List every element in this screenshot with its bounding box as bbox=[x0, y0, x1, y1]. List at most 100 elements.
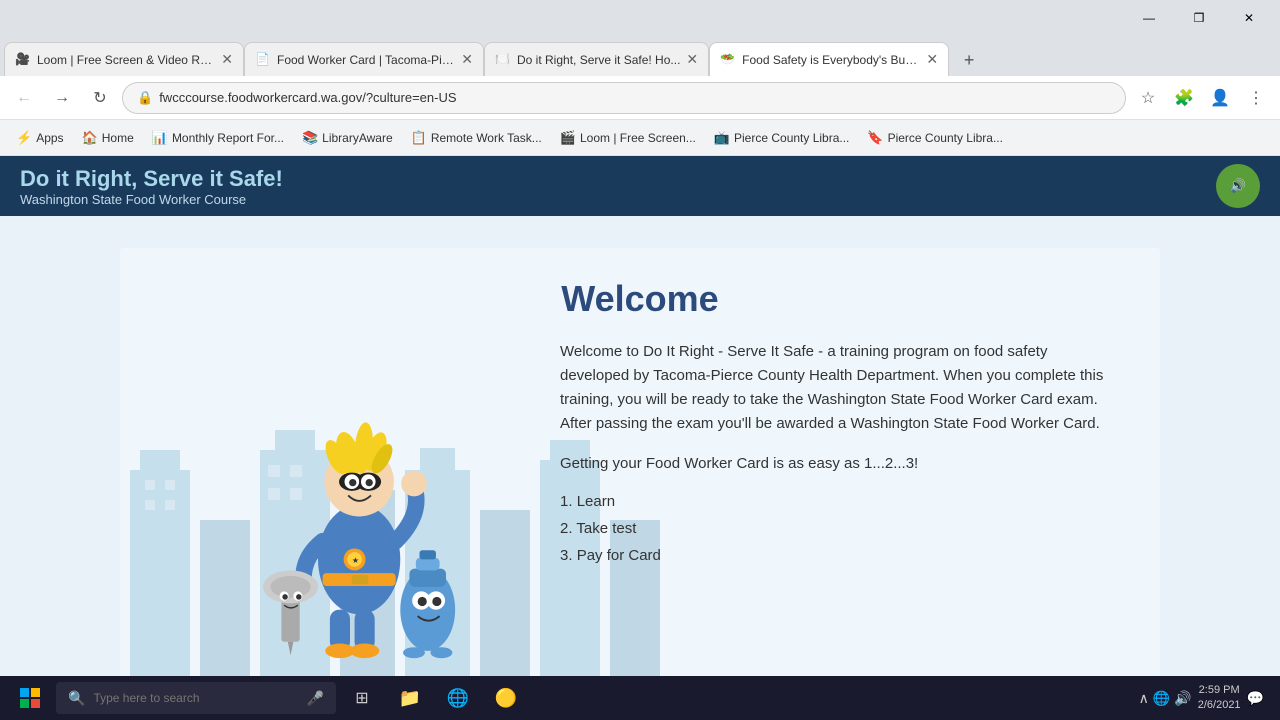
network-icon[interactable]: 🌐 bbox=[1153, 690, 1170, 707]
taskview-button[interactable]: ⊞ bbox=[340, 680, 384, 716]
bookmark-pierce2[interactable]: 🔖 Pierce County Libra... bbox=[859, 125, 1011, 151]
bookmark-label: Pierce County Libra... bbox=[888, 131, 1003, 145]
home-icon: 🏠 bbox=[82, 130, 98, 146]
settings-button[interactable]: ⋮ bbox=[1240, 82, 1272, 114]
taskbar-search-box[interactable]: 🔍 🎤 bbox=[56, 682, 336, 714]
library-icon: 📚 bbox=[302, 130, 318, 146]
edge-button[interactable]: 🌐 bbox=[436, 680, 480, 716]
bookmark-apps[interactable]: ⚡ Apps bbox=[8, 125, 72, 151]
tab-doitright[interactable]: 🍽️ Do it Right, Serve it Safe! Ho... ✕ bbox=[484, 42, 709, 76]
tab-loom[interactable]: 🎥 Loom | Free Screen & Video Rec... ✕ bbox=[4, 42, 244, 76]
bookmark-home[interactable]: 🏠 Home bbox=[74, 125, 142, 151]
audio-button[interactable]: 🔊 bbox=[1216, 164, 1260, 208]
tab-favicon: 📄 bbox=[255, 52, 271, 68]
mascot-illustration: ★ bbox=[200, 340, 500, 660]
page-content: Do it Right, Serve it Safe! Washington S… bbox=[0, 156, 1280, 720]
back-button[interactable]: ← bbox=[8, 82, 40, 114]
maximize-button[interactable]: ❒ bbox=[1176, 3, 1222, 33]
taskbar-clock[interactable]: 2:59 PM 2/6/2021 bbox=[1198, 683, 1241, 714]
new-tab-button[interactable]: + bbox=[953, 44, 985, 76]
easy-heading: Getting your Food Worker Card is as easy… bbox=[560, 452, 1120, 476]
forward-button[interactable]: → bbox=[46, 82, 78, 114]
bookmark-label: Apps bbox=[36, 131, 63, 145]
up-arrow-icon[interactable]: ∧ bbox=[1139, 690, 1149, 707]
taskbar-items: ⊞ 📁 🌐 🟡 bbox=[340, 680, 1135, 716]
profile-button[interactable]: 👤 bbox=[1204, 82, 1236, 114]
bookmark-label: LibraryAware bbox=[322, 131, 392, 145]
remotework-icon: 📋 bbox=[411, 130, 427, 146]
taskbar: 🔍 🎤 ⊞ 📁 🌐 🟡 ∧ bbox=[0, 676, 1280, 720]
start-button[interactable] bbox=[8, 680, 52, 716]
taskview-icon: ⊞ bbox=[355, 688, 368, 708]
pierce1-icon: 📺 bbox=[714, 130, 730, 146]
notification-icon[interactable]: 💬 bbox=[1247, 690, 1264, 707]
content-row: ★ bbox=[160, 340, 1120, 660]
title-bar: — ❒ ✕ bbox=[0, 0, 1280, 36]
taskbar-search-input[interactable] bbox=[93, 691, 298, 705]
tab-close-icon[interactable]: ✕ bbox=[926, 51, 938, 68]
bookmark-label: Loom | Free Screen... bbox=[580, 131, 696, 145]
nav-actions: ☆ 🧩 👤 ⋮ bbox=[1132, 82, 1272, 114]
tab-favicon: 🍽️ bbox=[495, 52, 511, 68]
system-tray: ∧ 🌐 🔊 2:59 PM 2/6/2021 💬 bbox=[1139, 683, 1272, 714]
microphone-icon[interactable]: 🎤 bbox=[307, 690, 324, 707]
tab-close-icon[interactable]: ✕ bbox=[221, 51, 233, 68]
monthly-icon: 📊 bbox=[152, 130, 168, 146]
star-button[interactable]: ☆ bbox=[1132, 82, 1164, 114]
bookmark-pierce1[interactable]: 📺 Pierce County Libra... bbox=[706, 125, 858, 151]
address-text: fwcccourse.foodworkercard.wa.gov/?cultur… bbox=[159, 90, 1111, 105]
window-controls: — ❒ ✕ bbox=[1126, 3, 1272, 33]
bookmark-libraryaware[interactable]: 📚 LibraryAware bbox=[294, 125, 401, 151]
step-test: 2. Take test bbox=[560, 515, 1120, 542]
tab-bar: 🎥 Loom | Free Screen & Video Rec... ✕ 📄 … bbox=[0, 36, 1280, 76]
tab-label: Loom | Free Screen & Video Rec... bbox=[37, 53, 215, 67]
pierce2-icon: 🔖 bbox=[867, 130, 883, 146]
apps-icon: ⚡ bbox=[16, 130, 32, 146]
address-bar[interactable]: 🔒 fwcccourse.foodworkercard.wa.gov/?cult… bbox=[122, 82, 1126, 114]
bookmark-label: Monthly Report For... bbox=[172, 131, 284, 145]
tab-foodworker[interactable]: 📄 Food Worker Card | Tacoma-Pie... ✕ bbox=[244, 42, 484, 76]
welcome-paragraph: Welcome to Do It Right - Serve It Safe -… bbox=[560, 340, 1120, 436]
mascot-area: ★ bbox=[160, 340, 540, 660]
tab-label: Do it Right, Serve it Safe! Ho... bbox=[517, 53, 680, 67]
loom-icon: 🎬 bbox=[560, 130, 576, 146]
tab-foodsafety[interactable]: 🥗 Food Safety is Everybody's Busin... ✕ bbox=[709, 42, 949, 76]
explorer-button[interactable]: 📁 bbox=[388, 680, 432, 716]
volume-icon[interactable]: 🔊 bbox=[1174, 690, 1191, 707]
tab-label: Food Safety is Everybody's Busin... bbox=[742, 53, 920, 67]
steps-list: 1. Learn 2. Take test 3. Pay for Card bbox=[560, 488, 1120, 569]
chrome-icon: 🟡 bbox=[495, 688, 517, 709]
clock-time: 2:59 PM bbox=[1198, 683, 1241, 698]
bookmark-label: Home bbox=[102, 131, 134, 145]
edge-icon: 🌐 bbox=[447, 688, 469, 709]
bookmark-label: Pierce County Libra... bbox=[734, 131, 849, 145]
minimize-button[interactable]: — bbox=[1126, 3, 1172, 33]
site-subtitle: Washington State Food Worker Course bbox=[20, 192, 283, 207]
text-area: Welcome to Do It Right - Serve It Safe -… bbox=[560, 340, 1120, 660]
lock-icon: 🔒 bbox=[137, 90, 153, 106]
bookmark-monthly[interactable]: 📊 Monthly Report For... bbox=[144, 125, 292, 151]
step-pay: 3. Pay for Card bbox=[560, 542, 1120, 569]
close-button[interactable]: ✕ bbox=[1226, 3, 1272, 33]
bookmarks-bar: ⚡ Apps 🏠 Home 📊 Monthly Report For... 📚 … bbox=[0, 120, 1280, 156]
windows-logo-icon bbox=[20, 688, 40, 708]
audio-icon: 🔊 bbox=[1230, 178, 1247, 194]
tab-favicon: 🎥 bbox=[15, 52, 31, 68]
refresh-button[interactable]: ↻ bbox=[84, 82, 116, 114]
bookmark-loom[interactable]: 🎬 Loom | Free Screen... bbox=[552, 125, 704, 151]
browser-frame: — ❒ ✕ 🎥 Loom | Free Screen & Video Rec..… bbox=[0, 0, 1280, 720]
sys-icons: ∧ 🌐 🔊 bbox=[1139, 690, 1192, 707]
tab-close-icon[interactable]: ✕ bbox=[686, 51, 698, 68]
tab-close-icon[interactable]: ✕ bbox=[461, 51, 473, 68]
bookmark-remotework[interactable]: 📋 Remote Work Task... bbox=[403, 125, 550, 151]
welcome-heading: Welcome bbox=[160, 278, 1120, 320]
extensions-button[interactable]: 🧩 bbox=[1168, 82, 1200, 114]
chrome-button[interactable]: 🟡 bbox=[484, 680, 528, 716]
clock-date: 2/6/2021 bbox=[1198, 698, 1241, 713]
svg-text:★: ★ bbox=[352, 556, 359, 565]
main-content-area: Welcome bbox=[120, 248, 1160, 690]
site-header: Do it Right, Serve it Safe! Washington S… bbox=[0, 156, 1280, 216]
bookmark-label: Remote Work Task... bbox=[431, 131, 542, 145]
site-title-block: Do it Right, Serve it Safe! Washington S… bbox=[20, 166, 283, 207]
folder-icon: 📁 bbox=[399, 688, 421, 709]
